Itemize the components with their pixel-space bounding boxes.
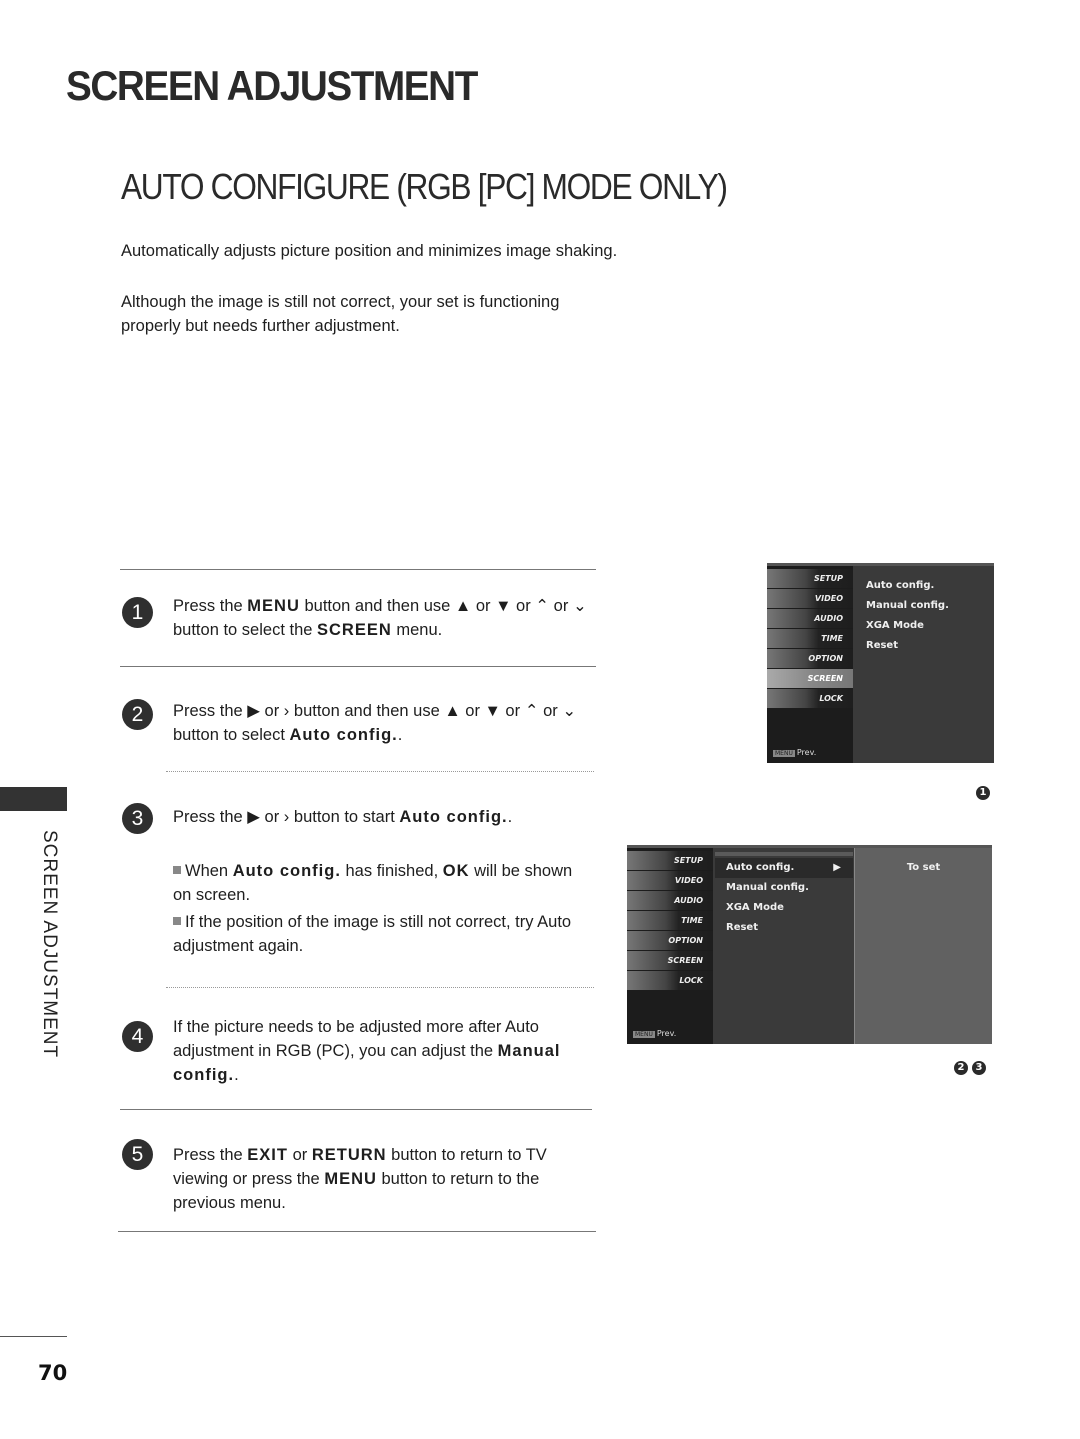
osd-category-setup: SETUP: [627, 851, 713, 870]
text: .: [234, 1066, 239, 1084]
text: Press the: [173, 1146, 248, 1164]
step-5-text: Press the EXIT or RETURN button to retur…: [173, 1143, 593, 1215]
osd-category-video: VIDEO: [627, 871, 713, 890]
step-number-1: 1: [122, 597, 153, 628]
osd-prev-hint: MENU Prev.: [633, 1029, 676, 1038]
osd-category-option: OPTION: [627, 931, 713, 950]
intro-paragraph-1: Automatically adjusts picture position a…: [121, 242, 618, 260]
divider: [120, 569, 596, 570]
step-number-2: 2: [122, 699, 153, 730]
divider: [120, 1109, 592, 1110]
text: When: [185, 862, 233, 880]
chapter-tab: [0, 787, 67, 811]
step-3-note-1: When Auto config. has finished, OK will …: [173, 859, 573, 907]
osd-category-video: VIDEO: [767, 589, 853, 608]
page-title: SCREEN ADJUSTMENT: [66, 62, 478, 109]
exit-key-label: EXIT: [247, 1146, 288, 1164]
section-title: AUTO CONFIGURE (RGB [PC] MODE ONLY): [121, 166, 728, 207]
auto-config-label: Auto config.: [399, 808, 508, 826]
osd-to-set-label: To set: [906, 862, 941, 873]
osd-screen-submenu: Auto config. Manual config. XGA Mode Res…: [855, 576, 949, 656]
text: .: [507, 808, 513, 826]
osd-item-auto-config: Auto config.: [866, 580, 935, 591]
text: menu.: [391, 621, 443, 639]
divider-dotted: [166, 987, 594, 988]
footer-rule: [0, 1336, 67, 1337]
menu-key-label: MENU: [247, 597, 300, 615]
step-marker: 2: [954, 1061, 968, 1075]
step-marker: 1: [976, 786, 990, 800]
osd-category-audio: AUDIO: [627, 891, 713, 910]
step-number-4: 4: [122, 1021, 153, 1052]
osd-item-label: Auto config.: [726, 862, 795, 873]
page-number: 70: [38, 1361, 68, 1385]
text: If the position of the image is still no…: [173, 913, 572, 955]
osd-category-lock: LOCK: [627, 971, 713, 990]
screen-menu-label: SCREEN: [317, 621, 392, 639]
osd-category-list: SETUP VIDEO AUDIO TIME OPTION SCREEN LOC…: [767, 566, 853, 763]
osd-item-xga-mode: XGA Mode: [726, 902, 784, 913]
osd-prev-hint: MENU Prev.: [773, 748, 816, 757]
osd-screen-submenu: Auto config. ▶ Manual config. XGA Mode Re…: [715, 858, 853, 938]
bullet-icon: [173, 917, 181, 925]
step-4-text: If the picture needs to be adjusted more…: [173, 1015, 593, 1087]
osd-item-xga-mode: XGA Mode: [866, 620, 924, 631]
prev-label: Prev.: [796, 748, 817, 757]
step-marker-group: 23: [950, 1055, 986, 1075]
divider: [120, 666, 596, 667]
return-key-label: RETURN: [311, 1146, 387, 1164]
osd-category-option: OPTION: [767, 649, 853, 668]
osd-item-manual-config: Manual config.: [726, 882, 809, 893]
ok-label: OK: [442, 862, 470, 880]
step-3-text: Press the ▶ or › button to start Auto co…: [173, 805, 593, 829]
auto-config-label: Auto config.: [289, 726, 398, 744]
text: .: [397, 726, 403, 744]
text: If the picture needs to be adjusted more…: [173, 1018, 539, 1060]
step-marker-group: 1: [972, 780, 990, 800]
text: Press the ▶ or › button to start: [173, 808, 400, 826]
text: Press the: [173, 597, 248, 615]
osd-category-list: SETUP VIDEO AUDIO TIME OPTION SCREEN LOC…: [627, 848, 713, 1044]
divider-dotted: [166, 771, 594, 772]
osd-category-time: TIME: [767, 629, 853, 648]
osd-item-reset: Reset: [866, 640, 898, 651]
osd-screenshot-auto-config: SETUP VIDEO AUDIO TIME OPTION SCREEN LOC…: [627, 845, 992, 1044]
osd-category-time: TIME: [627, 911, 713, 930]
osd-category-audio: AUDIO: [767, 609, 853, 628]
osd-category-setup: SETUP: [767, 569, 853, 588]
osd-category-screen-selected: SCREEN: [767, 669, 853, 688]
auto-config-label: Auto config.: [232, 862, 341, 880]
osd-category-lock: LOCK: [767, 689, 853, 708]
step-marker: 3: [972, 1061, 986, 1075]
menu-key-label: MENU: [324, 1170, 377, 1188]
step-1-text: Press the MENU button and then use ▲ or …: [173, 594, 593, 642]
bullet-icon: [173, 866, 181, 874]
osd-right-panel: To set: [854, 848, 992, 1044]
osd-screenshot-screen-menu: SETUP VIDEO AUDIO TIME OPTION SCREEN LOC…: [767, 563, 994, 763]
menu-key-icon: MENU: [633, 1031, 655, 1038]
text: or: [287, 1146, 312, 1164]
step-3-note-2: If the position of the image is still no…: [173, 910, 583, 958]
text: has finished,: [340, 862, 443, 880]
prev-label: Prev.: [656, 1029, 677, 1038]
osd-submenu-header: [715, 852, 853, 856]
step-2-text: Press the ▶ or › button and then use ▲ o…: [173, 699, 593, 747]
osd-item-reset: Reset: [726, 922, 758, 933]
osd-item-auto-config-highlighted: Auto config. ▶: [715, 858, 853, 878]
step-number-3: 3: [122, 803, 153, 834]
arrow-right-icon: ▶: [833, 862, 841, 873]
divider: [118, 1231, 596, 1232]
osd-category-screen: SCREEN: [627, 951, 713, 970]
chapter-side-label: SCREEN ADJUSTMENT: [39, 830, 60, 1059]
menu-key-icon: MENU: [773, 750, 795, 757]
osd-item-manual-config: Manual config.: [866, 600, 949, 611]
intro-paragraph-2: Although the image is still not correct,…: [121, 293, 560, 335]
step-number-5: 5: [122, 1139, 153, 1170]
